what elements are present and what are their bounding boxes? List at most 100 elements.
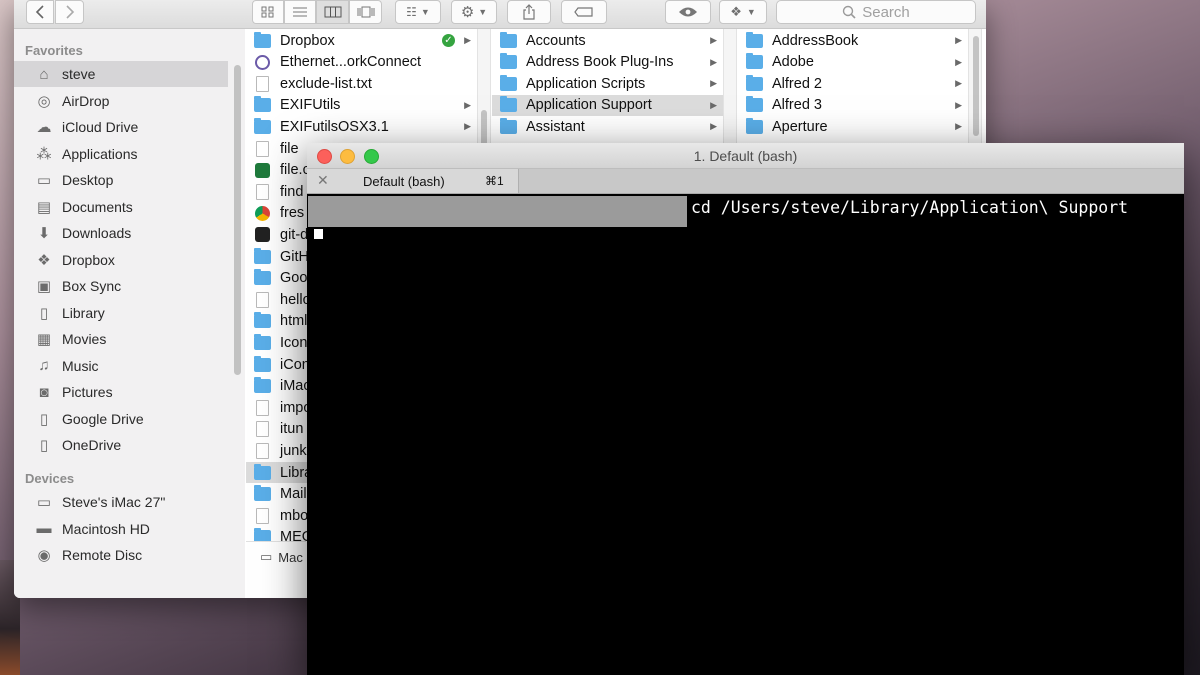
list-item[interactable]: Assistant ▶ [492,116,723,137]
item-label: file.c [280,162,310,179]
sidebar-item-label: Dropbox [62,251,115,268]
column-scrollbar[interactable] [973,36,979,136]
harddisk-icon: ▭ [260,549,273,564]
list-item[interactable]: Alfred 3 ▶ [738,95,968,116]
list-item[interactable]: Address Book Plug-Ins ▶ [492,52,723,73]
disclosure-arrow-icon: ▶ [710,99,717,110]
tags-button[interactable] [561,0,607,24]
item-label: html [280,313,308,330]
sidebar-item-label: Library [62,304,105,321]
sidebar-item[interactable]: ❖ Dropbox [14,247,228,273]
sidebar-item[interactable]: ▦ Movies [14,326,228,352]
sidebar-item[interactable]: ▭ Desktop [14,167,228,193]
sidebar-item[interactable]: ▯ Library [14,300,228,326]
sidebar-item[interactable]: ▯ OneDrive [14,432,228,458]
terminal-output[interactable]: cd /Users/steve/Library/Application\ Sup… [307,194,1184,675]
sidebar-item[interactable]: ⁂ Applications [14,141,228,167]
sidebar-item[interactable]: ▣ Box Sync [14,273,228,299]
folder-icon: ▯ [39,410,49,428]
chevron-left-icon [35,5,44,19]
sidebar-scrollbar[interactable] [234,65,241,375]
sidebar-item[interactable]: ♫ Music [14,353,228,379]
sidebar-item[interactable]: ☁ iCloud Drive [14,114,228,140]
document-icon [256,421,269,438]
item-label: file [280,140,299,157]
disclosure-arrow-icon: ▶ [955,56,962,67]
sidebar-item[interactable]: ◙ Pictures [14,379,228,405]
item-label: EXIFUtils [280,97,341,114]
zoom-window-button[interactable] [364,149,379,164]
favorites-heading: Favorites [25,43,83,58]
dropbox-menu-button[interactable]: ❖ ▼ [719,0,767,24]
harddisk-icon: ▬ [36,520,52,537]
tab-default-bash[interactable]: ✕ Default (bash) ⌘1 [307,169,519,193]
list-item[interactable]: EXIFutilsOSX3.1 ▶ [246,116,477,137]
list-icon [293,7,307,17]
list-item[interactable]: Adobe ▶ [738,52,968,73]
sidebar-item[interactable]: ◉ Remote Disc [14,542,228,568]
app-icon [255,54,270,70]
disclosure-arrow-icon: ▶ [710,78,717,89]
sidebar-item[interactable]: ⌂ steve [14,61,228,87]
sidebar-item[interactable]: ▭ Steve's iMac 27" [14,489,228,515]
list-item[interactable]: Ethernet...orkConnect [246,52,477,73]
sidebar-item[interactable]: ⬇ Downloads [14,220,228,246]
folder-icon [746,74,763,91]
item-label: itun [280,421,304,438]
column-view-button[interactable] [316,0,349,24]
sidebar-item-label: Macintosh HD [62,520,150,537]
document-icon [256,140,269,157]
chevron-down-icon: ▼ [478,7,488,17]
list-item[interactable]: AddressBook ▶ [738,30,968,51]
forward-button[interactable] [55,0,84,24]
list-item[interactable]: Application Support ▶ [492,94,723,116]
close-window-button[interactable] [317,149,332,164]
columns-icon [324,6,341,18]
folder-icon [254,269,271,286]
sidebar-item[interactable]: ▯ Google Drive [14,406,228,432]
folder-icon [500,53,517,70]
share-button[interactable] [507,0,551,24]
list-item[interactable]: EXIFUtils ▶ [246,95,477,116]
item-label: AddressBook [772,32,859,49]
list-item[interactable]: Alfred 2 ▶ [738,73,968,94]
disclosure-arrow-icon: ▶ [464,121,471,132]
terminal-titlebar[interactable]: 1. Default (bash) [307,143,1184,169]
sidebar-item[interactable]: ▤ Documents [14,194,228,220]
list-item[interactable]: Aperture ▶ [738,116,968,137]
cover-flow-button[interactable] [349,0,382,24]
terminal-tab-bar: ✕ Default (bash) ⌘1 [307,169,1184,194]
sidebar-item-label: steve [62,66,96,82]
share-icon [523,4,535,20]
sidebar-item[interactable]: ◎ AirDrop [14,88,228,114]
list-item[interactable]: Accounts ▶ [492,30,723,51]
list-view-button[interactable] [284,0,316,24]
folder-icon [254,312,271,329]
dropbox-icon: ❖ [730,4,742,19]
close-tab-icon[interactable]: ✕ [317,172,329,189]
desktop-icon: ▭ [36,172,52,189]
minimize-window-button[interactable] [340,149,355,164]
document-icon [256,183,269,200]
icon-view-button[interactable] [252,0,284,24]
gear-icon: ⚙ [460,4,475,21]
sidebar-item-label: Downloads [62,225,132,241]
document-icon [256,507,269,524]
item-label: iCon [280,356,310,373]
back-button[interactable] [26,0,54,24]
arrange-button[interactable]: ☷ ▼ [395,0,441,24]
sidebar-item[interactable]: ▬ Macintosh HD [14,516,228,542]
quick-look-button[interactable] [665,0,711,24]
path-bar-item[interactable]: Mac [278,550,303,565]
sync-check-icon: ✓ [442,34,455,47]
folder-icon [254,96,271,113]
search-field[interactable]: Search [776,0,976,24]
spreadsheet-icon [255,162,270,178]
list-item[interactable]: exclude-list.txt [246,73,477,94]
sidebar-item-label: iCloud Drive [62,119,139,135]
disclosure-arrow-icon: ▶ [710,56,717,67]
folder-icon [254,333,271,350]
action-button[interactable]: ⚙ ▼ [451,0,497,24]
list-item[interactable]: Application Scripts ▶ [492,73,723,94]
movies-icon: ▦ [36,331,52,348]
